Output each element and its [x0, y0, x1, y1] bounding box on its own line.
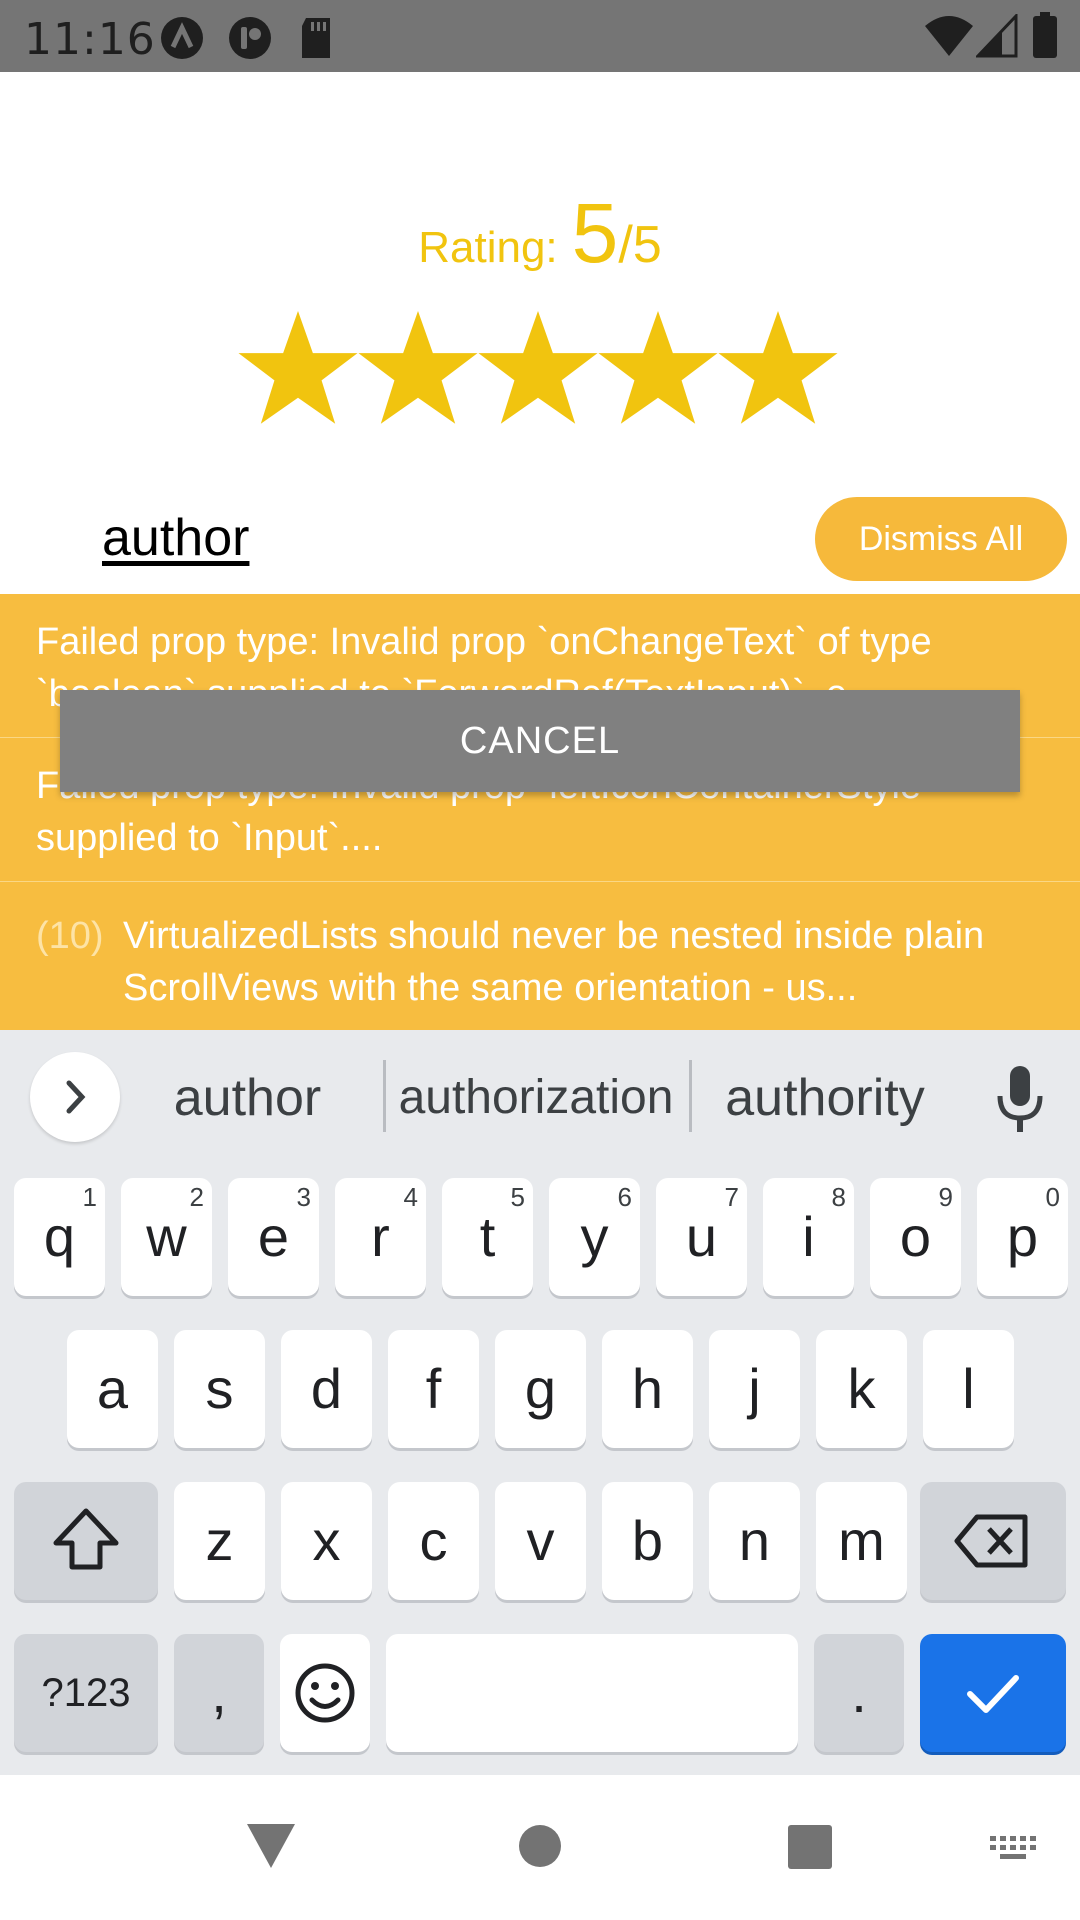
checkmark-icon: [967, 1675, 1019, 1713]
key-n[interactable]: n: [709, 1482, 800, 1600]
key-s[interactable]: s: [174, 1330, 265, 1448]
key-y[interactable]: y6: [549, 1178, 640, 1296]
home-icon[interactable]: [518, 1824, 562, 1873]
key-a[interactable]: a: [67, 1330, 158, 1448]
key-z[interactable]: z: [174, 1482, 265, 1600]
star-icon[interactable]: [596, 306, 718, 436]
key-hint: 5: [510, 1182, 525, 1212]
star-icon[interactable]: [236, 306, 358, 436]
dismiss-all-button[interactable]: Dismiss All: [815, 497, 1067, 581]
battery-icon: [1032, 12, 1058, 63]
key-x[interactable]: x: [281, 1482, 372, 1600]
rating-label: Rating:: [418, 223, 558, 272]
key-l[interactable]: l: [923, 1330, 1014, 1448]
rating-value: 5: [571, 186, 619, 280]
suggestion-strip: author authorization authority: [0, 1030, 1080, 1160]
key-t[interactable]: t5: [442, 1178, 533, 1296]
sd-card-icon: [298, 16, 334, 65]
star-rating[interactable]: [236, 306, 844, 436]
log-item[interactable]: (10) VirtualizedLists should never be ne…: [0, 882, 1080, 1026]
key-j[interactable]: j: [709, 1330, 800, 1448]
status-time: 11:16: [24, 14, 156, 65]
key-g[interactable]: g: [495, 1330, 586, 1448]
key-d[interactable]: d: [281, 1330, 372, 1448]
microphone-icon[interactable]: [990, 1060, 1050, 1140]
key-hint: 7: [724, 1182, 739, 1212]
rating-denominator: /5: [618, 216, 662, 274]
space-key[interactable]: [386, 1634, 798, 1752]
navigation-bar: [0, 1780, 1080, 1920]
key-q[interactable]: q1: [14, 1178, 105, 1296]
suggestion-divider: [689, 1060, 692, 1132]
app-a-icon: [160, 16, 204, 65]
suggestion-item[interactable]: authorization: [395, 1070, 677, 1125]
key-hint: 8: [831, 1182, 846, 1212]
emoji-icon: [295, 1663, 355, 1723]
key-label: y: [580, 1205, 609, 1268]
key-hint: 2: [189, 1182, 204, 1212]
wifi-icon: [924, 14, 974, 63]
suggestion-divider: [383, 1060, 386, 1132]
key-b[interactable]: b: [602, 1482, 693, 1600]
key-c[interactable]: c: [388, 1482, 479, 1600]
key-f[interactable]: f: [388, 1330, 479, 1448]
key-o[interactable]: o9: [870, 1178, 961, 1296]
key-hint: 0: [1045, 1182, 1060, 1212]
author-input[interactable]: author: [102, 508, 249, 568]
emoji-key[interactable]: [280, 1634, 370, 1752]
key-label: o: [899, 1205, 932, 1268]
key-hint: 1: [82, 1182, 97, 1212]
key-u[interactable]: u7: [656, 1178, 747, 1296]
key-label: i: [802, 1205, 815, 1268]
key-k[interactable]: k: [816, 1330, 907, 1448]
suggestion-item[interactable]: author: [150, 1068, 345, 1128]
key-h[interactable]: h: [602, 1330, 693, 1448]
status-bar: 11:16: [0, 0, 1080, 72]
key-hint: 6: [617, 1182, 632, 1212]
star-icon[interactable]: [476, 306, 598, 436]
log-message: VirtualizedLists should never be nested …: [123, 915, 985, 1009]
log-count: (10): [36, 915, 104, 957]
key-label: r: [371, 1205, 390, 1268]
key-label: q: [43, 1205, 76, 1268]
key-r[interactable]: r4: [335, 1178, 426, 1296]
keyboard-switch-icon[interactable]: [988, 1834, 1038, 1869]
key-p[interactable]: p0: [977, 1178, 1068, 1296]
shift-icon: [53, 1508, 119, 1570]
key-e[interactable]: e3: [228, 1178, 319, 1296]
period-key[interactable]: .: [814, 1634, 904, 1752]
key-hint: 3: [296, 1182, 311, 1212]
signal-icon: [974, 12, 1018, 63]
app-circle-icon: [228, 16, 272, 65]
star-icon[interactable]: [716, 306, 838, 436]
symbols-key[interactable]: ?123: [14, 1634, 158, 1752]
key-w[interactable]: w2: [121, 1178, 212, 1296]
log-box: Failed prop type: Invalid prop `onChange…: [0, 594, 1080, 1030]
back-icon[interactable]: [245, 1822, 297, 1875]
key-hint: 9: [938, 1182, 953, 1212]
key-label: w: [146, 1205, 187, 1268]
keyboard: author authorization authority q1w2e3r4t…: [0, 1030, 1080, 1775]
key-m[interactable]: m: [816, 1482, 907, 1600]
chevron-right-icon: [66, 1080, 86, 1114]
backspace-icon: [954, 1514, 1028, 1568]
suggestions-expand-button[interactable]: [30, 1052, 120, 1142]
suggestion-item[interactable]: authority: [705, 1068, 945, 1128]
enter-key[interactable]: [920, 1634, 1066, 1752]
key-label: t: [479, 1205, 496, 1268]
cancel-button[interactable]: CANCEL: [60, 690, 1020, 792]
key-label: u: [685, 1205, 718, 1268]
star-icon[interactable]: [356, 306, 478, 436]
key-v[interactable]: v: [495, 1482, 586, 1600]
rating-display: Rating: 5/5: [0, 185, 1080, 282]
shift-key[interactable]: [14, 1482, 158, 1600]
comma-key[interactable]: ,: [174, 1634, 264, 1752]
key-label: e: [257, 1205, 290, 1268]
key-hint: 4: [403, 1182, 418, 1212]
recents-icon[interactable]: [787, 1824, 833, 1875]
key-i[interactable]: i8: [763, 1178, 854, 1296]
key-label: p: [1006, 1205, 1039, 1268]
backspace-key[interactable]: [920, 1482, 1066, 1600]
